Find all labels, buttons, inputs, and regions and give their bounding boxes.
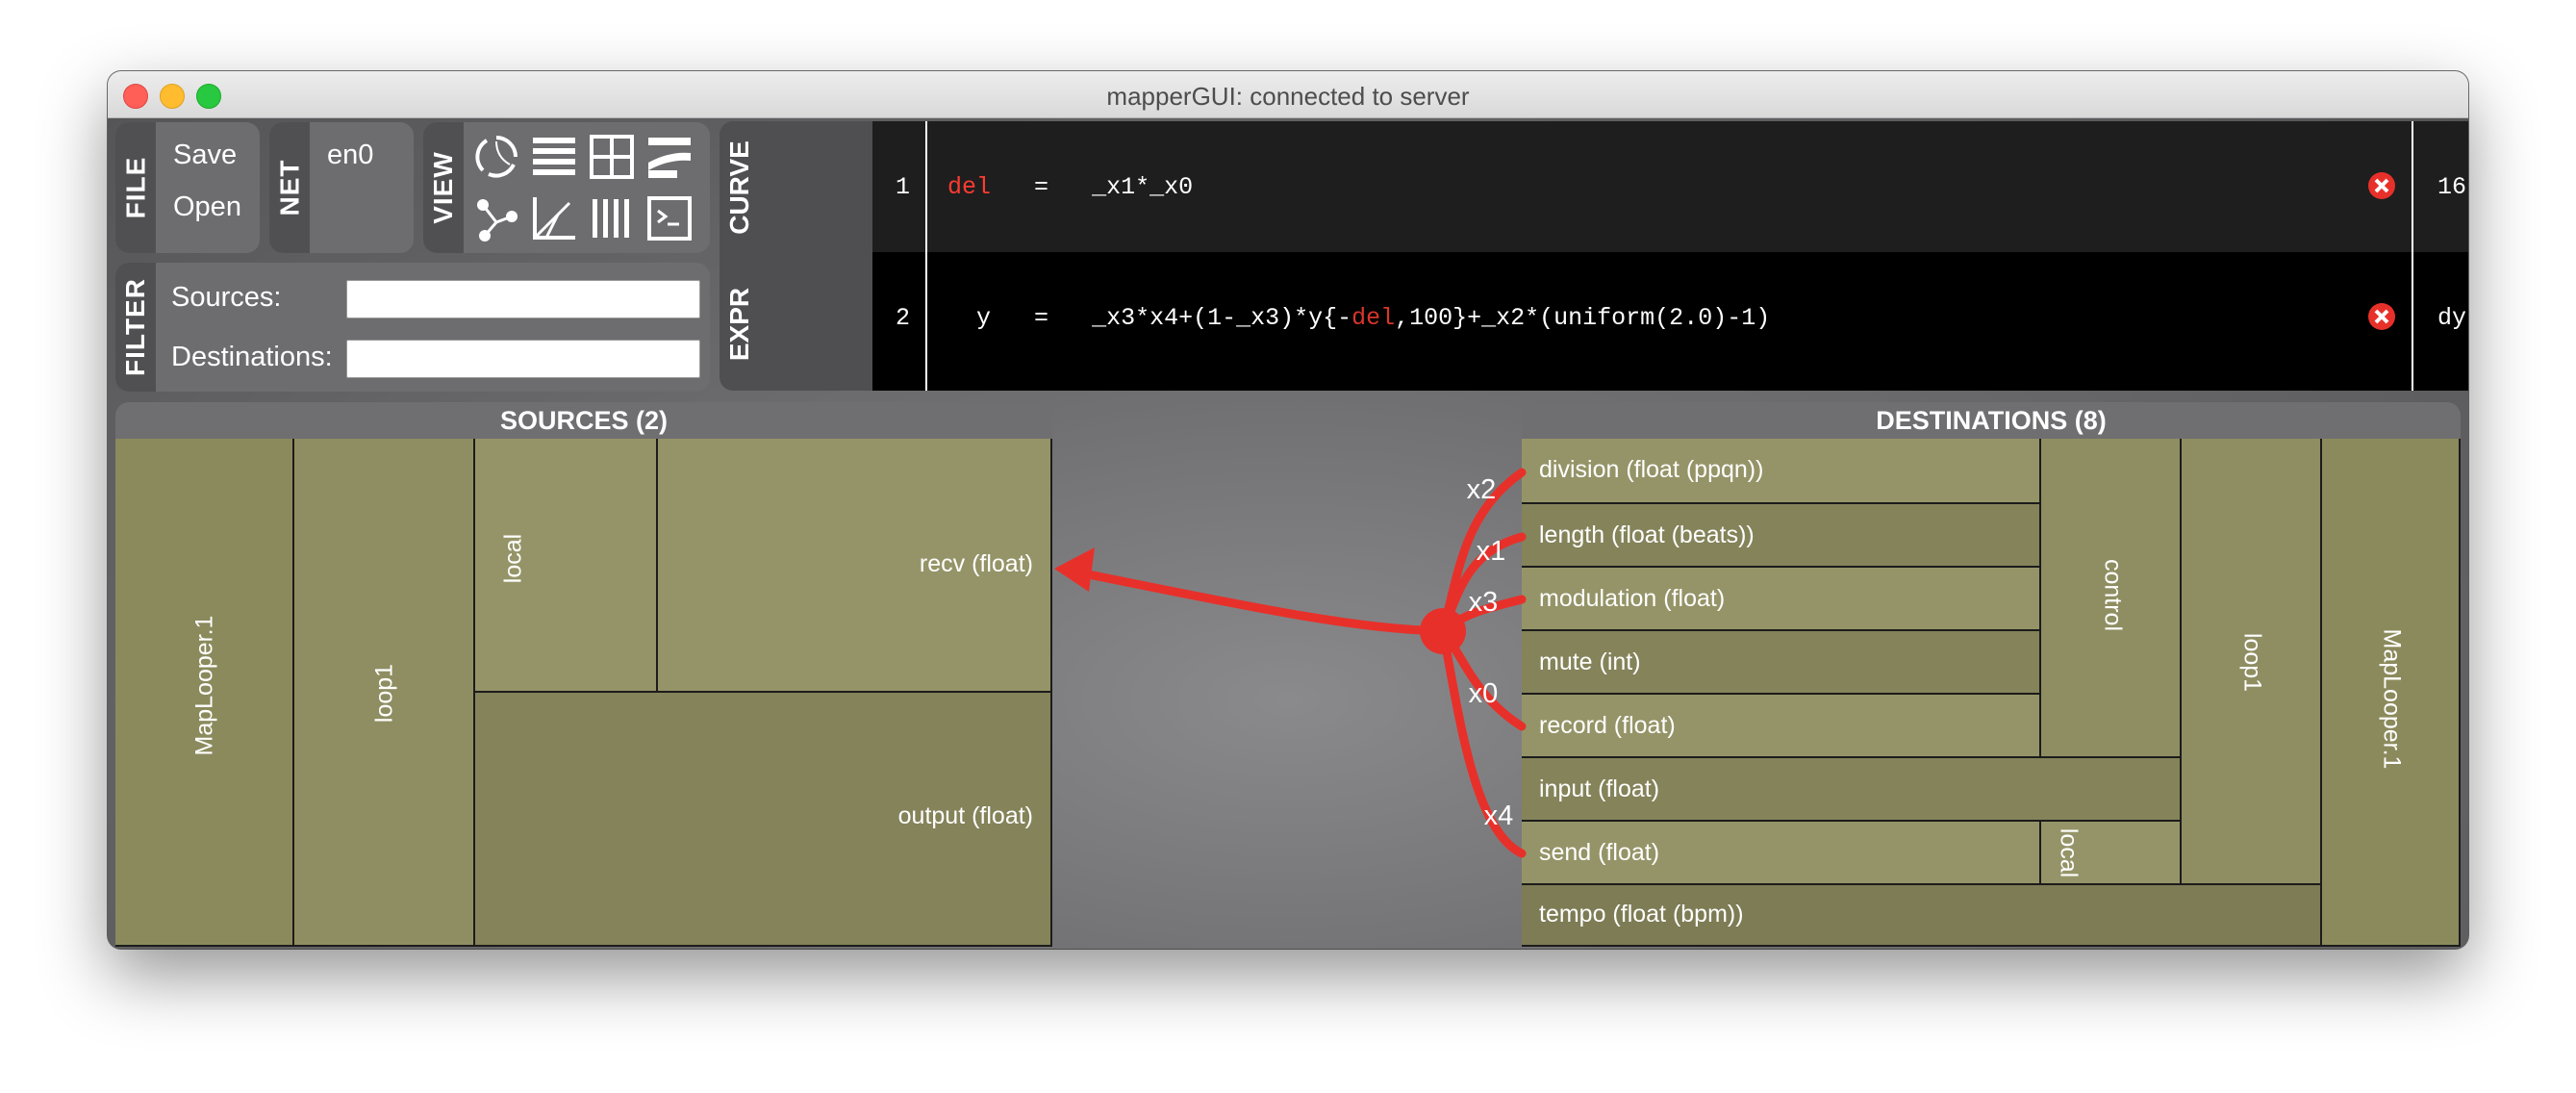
map-source-label-x0: x0 <box>1469 678 1499 709</box>
map-edge-source <box>1065 566 1448 636</box>
app-window: mapperGUI: connected to server FILE Save… <box>108 71 2468 949</box>
map-source-label-x3: x3 <box>1469 587 1499 618</box>
window-title: mapperGUI: connected to server <box>1106 82 1470 111</box>
map-edges <box>1065 468 1527 858</box>
title-bar: mapperGUI: connected to server <box>108 71 2468 118</box>
convergent-map[interactable]: x2 x1 x3 x0 x4 <box>108 118 2468 949</box>
map-arrowhead <box>1054 547 1095 592</box>
map-convergence-node <box>1420 608 1466 654</box>
map-source-label-x4: x4 <box>1484 801 1514 831</box>
map-source-label-x2: x2 <box>1467 474 1497 505</box>
map-source-label-x1: x1 <box>1477 536 1506 567</box>
main-content: FILE Save Open NET en0 VIEW FILTER Sourc… <box>108 118 2468 949</box>
